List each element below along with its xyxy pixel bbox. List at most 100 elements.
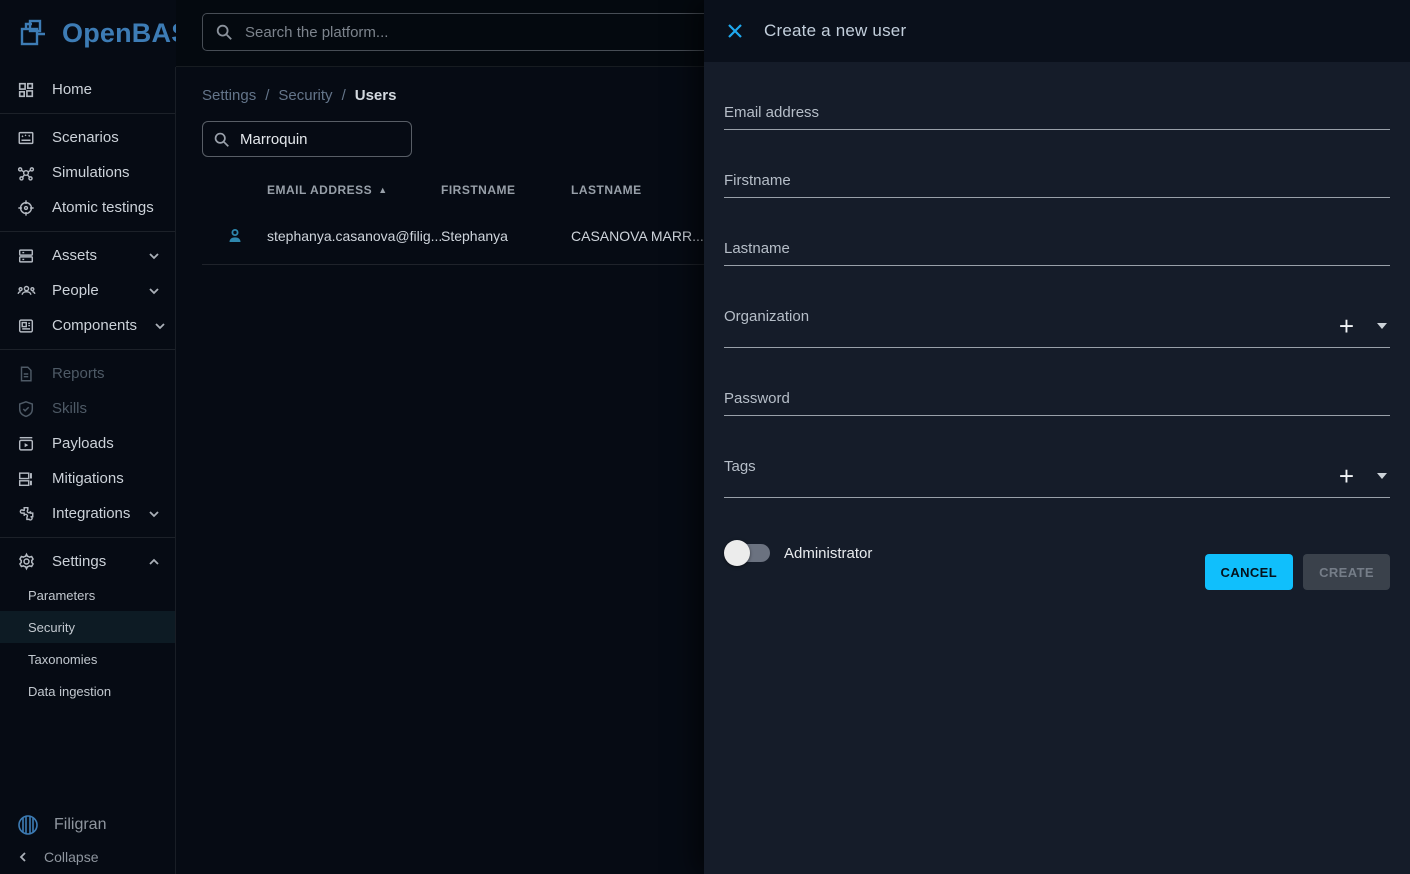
users-filter[interactable] [202,121,412,157]
dropdown-caret-icon[interactable] [1376,322,1388,330]
chevron-down-icon [147,284,161,298]
sidebar-item-settings[interactable]: Settings [0,544,175,579]
sidebar-item-label: People [52,282,131,299]
sidebar-item-label: Skills [52,400,161,417]
sidebar-item-label: Home [52,81,161,98]
create-button[interactable]: CREATE [1303,554,1390,590]
cell-firstname: Stephanya [441,228,571,244]
sidebar-subitem-label: Taxonomies [28,652,97,667]
field-underline [724,415,1390,416]
search-icon [215,23,233,41]
create-user-form: Email address Firstname Lastname Organiz… [704,62,1410,874]
sidebar-subitem-taxonomies[interactable]: Taxonomies [0,643,175,675]
sidebar-item-label: Simulations [52,164,161,181]
chevron-down-icon [153,319,167,333]
table-row[interactable]: stephanya.casanova@filig... Stephanya CA… [202,207,704,265]
breadcrumb-users: Users [355,87,397,104]
reports-file-icon [16,364,36,384]
table-header-row: EMAIL ADDRESS ▲ FIRSTNAME LASTNAME [202,173,704,207]
sidebar-item-mitigations[interactable]: Mitigations [0,461,175,496]
tags-field-label: Tags [724,458,1390,476]
close-icon[interactable] [724,20,746,42]
app-logo[interactable]: OpenBAS [0,0,176,67]
field-underline [724,265,1390,266]
people-group-icon [16,281,36,301]
sidebar-item-label: Payloads [52,435,161,452]
breadcrumb-separator: / [265,87,269,104]
sidebar-item-integrations[interactable]: Integrations [0,496,175,531]
collapse-label: Collapse [44,849,98,865]
person-icon [202,226,267,246]
cell-email: stephanya.casanova@filig... [267,228,441,244]
sidebar-item-simulations[interactable]: Simulations [0,155,175,190]
column-header-lastname[interactable]: LASTNAME [571,183,704,197]
filigran-brand-label: Filigran [54,816,106,834]
sidebar-item-label: Assets [52,247,131,264]
divider [0,231,175,232]
sidebar-item-label: Reports [52,365,161,382]
collapse-sidebar-button[interactable]: Collapse [0,842,175,872]
chevron-left-icon [16,850,30,864]
email-field[interactable]: Email address [724,104,1390,130]
administrator-toggle[interactable] [724,540,770,566]
email-field-label: Email address [724,104,1390,122]
sidebar-subitem-data-ingestion[interactable]: Data ingestion [0,675,175,707]
firstname-field[interactable]: Firstname [724,172,1390,198]
drawer-header: Create a new user [704,0,1410,62]
chevron-down-icon [147,507,161,521]
sidebar-item-components[interactable]: Components [0,308,175,343]
administrator-toggle-row[interactable]: Administrator [724,540,872,566]
sidebar-subitem-label: Security [28,620,75,635]
sidebar-item-scenarios[interactable]: Scenarios [0,120,175,155]
filigran-logo-icon [16,813,40,837]
sidebar-item-home[interactable]: Home [0,72,175,107]
sidebar-item-payloads[interactable]: Payloads [0,426,175,461]
sort-asc-icon: ▲ [378,185,387,195]
skills-shield-icon [16,399,36,419]
users-filter-input[interactable] [240,131,401,148]
column-header-firstname[interactable]: FIRSTNAME [441,183,571,197]
platform-search-input[interactable] [245,24,749,41]
payloads-play-box-icon [16,434,36,454]
administrator-label: Administrator [784,545,872,562]
chevron-up-icon [147,555,161,569]
sidebar-item-label: Settings [52,553,131,570]
integrations-puzzle-icon [16,504,36,524]
organization-field-label: Organization [724,308,1390,326]
filigran-brand[interactable]: Filigran [0,807,175,842]
sidebar-subitem-label: Parameters [28,588,95,603]
sidebar-item-atomic-testings[interactable]: Atomic testings [0,190,175,225]
field-underline [724,197,1390,198]
simulations-hub-icon [16,163,36,183]
cancel-button[interactable]: CANCEL [1205,554,1294,590]
column-header-email[interactable]: EMAIL ADDRESS ▲ [267,183,441,197]
breadcrumb-settings[interactable]: Settings [202,87,256,104]
assets-servers-icon [16,246,36,266]
add-tag-icon[interactable]: + [1339,466,1354,486]
add-organization-icon[interactable]: + [1339,316,1354,336]
field-underline [724,129,1390,130]
home-grid-icon [16,80,36,100]
breadcrumb-security[interactable]: Security [278,87,332,104]
platform-search[interactable] [202,13,762,51]
firstname-field-label: Firstname [724,172,1390,190]
tags-field[interactable]: Tags + [724,458,1390,498]
sidebar-subitem-parameters[interactable]: Parameters [0,579,175,611]
components-article-icon [16,316,36,336]
organization-field[interactable]: Organization + [724,308,1390,348]
sidebar-item-assets[interactable]: Assets [0,238,175,273]
lastname-field[interactable]: Lastname [724,240,1390,266]
sidebar-item-skills: Skills [0,391,175,426]
dropdown-caret-icon[interactable] [1376,472,1388,480]
app-title: OpenBAS [62,18,189,49]
toggle-knob [724,540,750,566]
sidebar-subitem-security[interactable]: Security [0,611,175,643]
divider [0,349,175,350]
password-field[interactable]: Password [724,390,1390,416]
cell-lastname: CASANOVA MARR... [571,228,704,244]
drawer-actions: Administrator CANCEL CREATE [724,540,1390,590]
sidebar-item-people[interactable]: People [0,273,175,308]
create-user-drawer: Create a new user Email address Firstnam… [704,0,1410,874]
divider [0,113,175,114]
mitigations-layers-icon [16,469,36,489]
